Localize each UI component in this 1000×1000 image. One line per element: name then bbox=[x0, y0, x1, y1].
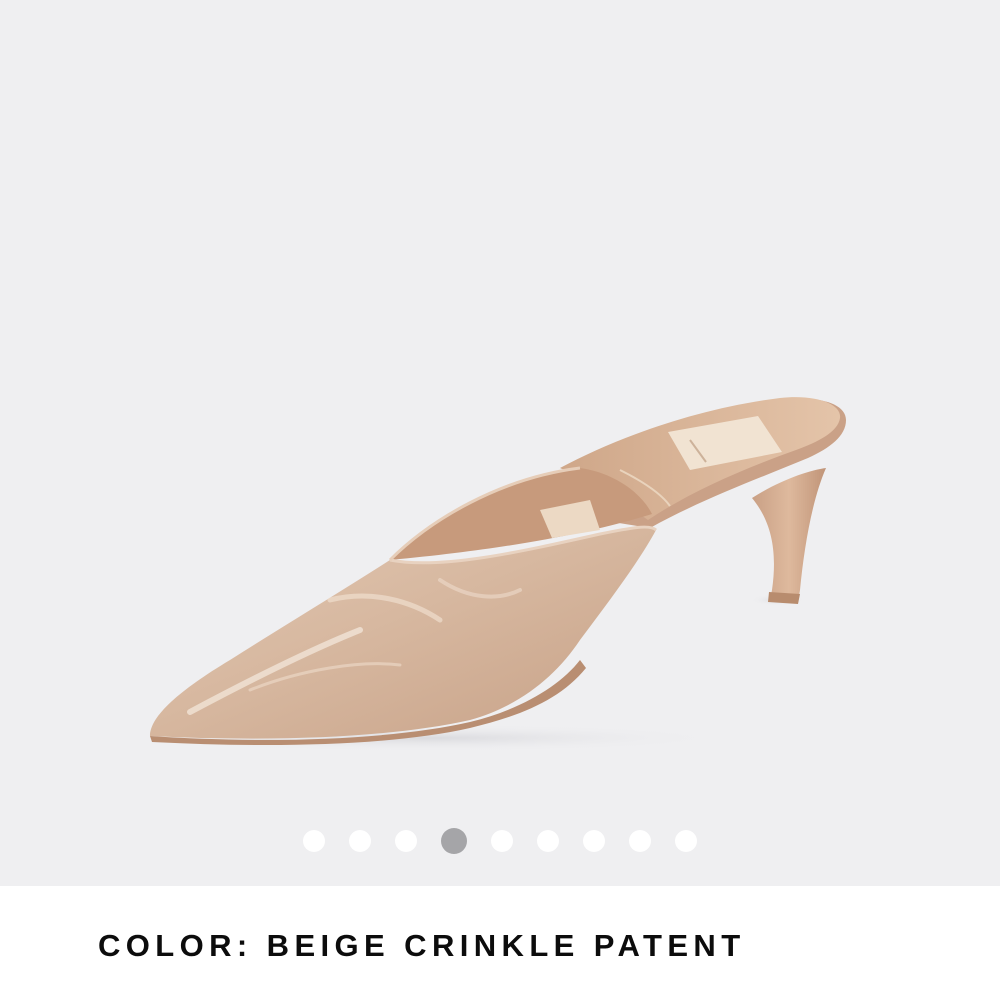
carousel-dot-8[interactable] bbox=[629, 830, 651, 852]
carousel-dot-1[interactable] bbox=[303, 830, 325, 852]
product-image-gallery[interactable] bbox=[0, 0, 1000, 886]
color-label: COLOR: BEIGE CRINKLE PATENT bbox=[98, 928, 746, 963]
carousel-dot-3[interactable] bbox=[395, 830, 417, 852]
carousel-dot-4-active[interactable] bbox=[441, 828, 467, 854]
product-image bbox=[130, 397, 846, 752]
carousel-dot-5[interactable] bbox=[491, 830, 513, 852]
carousel-dots bbox=[0, 827, 1000, 855]
carousel-dot-9[interactable] bbox=[675, 830, 697, 852]
carousel-dot-7[interactable] bbox=[583, 830, 605, 852]
carousel-dot-2[interactable] bbox=[349, 830, 371, 852]
product-page: COLOR: BEIGE CRINKLE PATENT bbox=[0, 0, 1000, 1000]
carousel-dot-6[interactable] bbox=[537, 830, 559, 852]
